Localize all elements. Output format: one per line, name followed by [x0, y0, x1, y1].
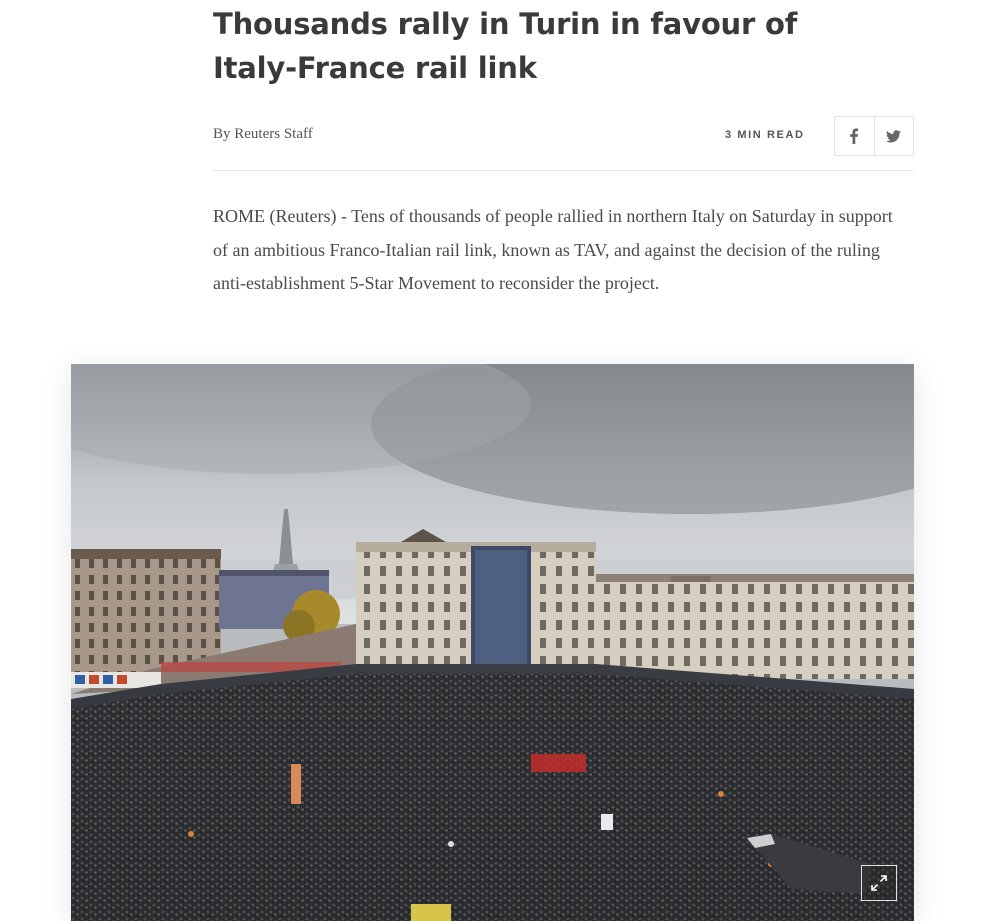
- facebook-share-button[interactable]: [835, 117, 874, 155]
- article-meta: By Reuters Staff 3 MIN READ: [213, 116, 914, 156]
- share-buttons: [834, 116, 914, 156]
- meta-divider: [213, 170, 914, 171]
- read-time: 3 MIN READ: [725, 129, 805, 141]
- article-lead-paragraph: ROME (Reuters) - Tens of thousands of pe…: [213, 206, 893, 294]
- article-headline: Thousands rally in Turin in favour of It…: [213, 7, 798, 85]
- expand-icon: [871, 875, 887, 891]
- twitter-share-button[interactable]: [873, 117, 914, 155]
- article-photo[interactable]: [71, 364, 914, 921]
- twitter-icon: [886, 129, 902, 142]
- crowd-photo: [71, 364, 914, 921]
- expand-photo-button[interactable]: [861, 865, 897, 901]
- byline: By Reuters Staff: [213, 126, 313, 142]
- facebook-icon: [850, 128, 859, 144]
